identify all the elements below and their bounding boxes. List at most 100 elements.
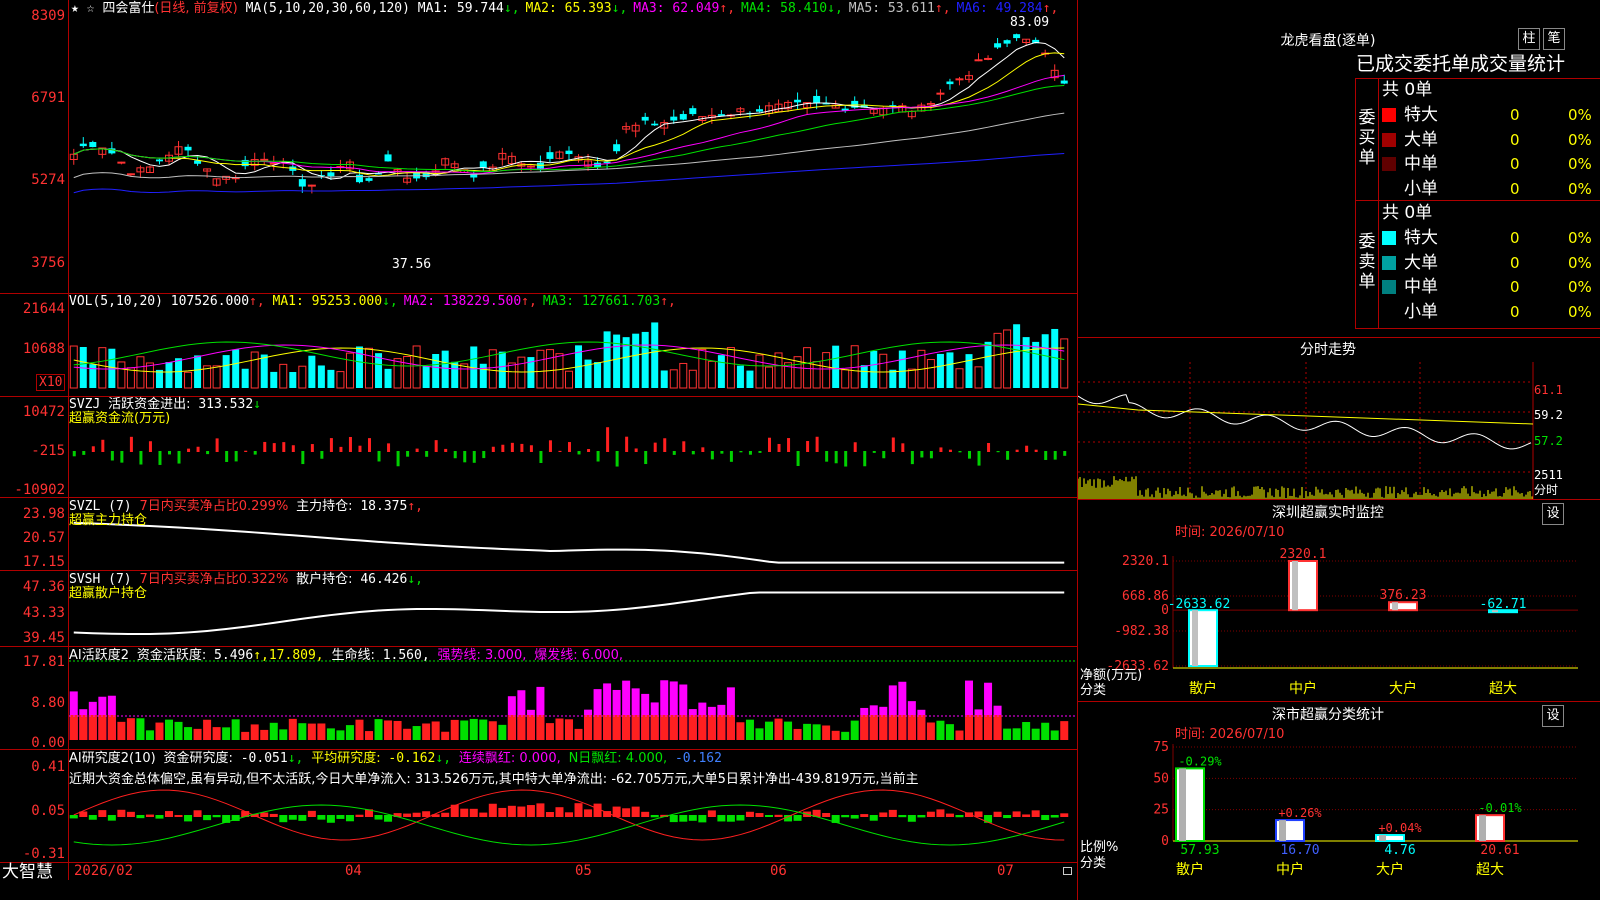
- ai1-bar: [479, 719, 488, 740]
- ai2-bar: [1031, 810, 1040, 817]
- ai1-bar: [384, 720, 393, 740]
- ai1-bar: [1003, 728, 1012, 740]
- svzj-bar: [310, 444, 314, 452]
- ai2-bar: [888, 809, 897, 817]
- volume-bar: [403, 355, 412, 389]
- svzj-bar: [91, 446, 95, 452]
- buy-row-count: 0: [1510, 155, 1520, 173]
- candle-body: [126, 173, 135, 176]
- volume-bar: [441, 350, 449, 388]
- ai1-bar: [765, 721, 773, 740]
- volume-bar: [946, 352, 954, 388]
- ai1-bar: [784, 721, 793, 740]
- svzj-bar: [1025, 445, 1029, 452]
- svzl-label: 主力持仓:: [296, 499, 353, 514]
- svzj-bar: [548, 440, 552, 452]
- svzj-bar: [844, 451, 848, 467]
- ai2-bar: [755, 813, 764, 817]
- ai1-bar: [431, 721, 440, 740]
- volume-bar: [117, 361, 126, 389]
- ai2-bar: [145, 814, 154, 817]
- svzj-bar: [120, 451, 124, 463]
- monitor-category-label: 超大: [1489, 681, 1517, 697]
- svzj-name: SVZJ: [69, 397, 101, 412]
- chart-canvas[interactable]: [69, 0, 1077, 862]
- ai2-bar: [184, 815, 193, 822]
- svzj-axis-2: -215: [31, 443, 65, 459]
- stock-name: 四会富仕: [102, 1, 155, 16]
- svzj-bar: [663, 438, 667, 452]
- candle-body: [946, 81, 954, 85]
- svzj-bar: [234, 451, 238, 462]
- ai1-bar-base: [517, 715, 526, 740]
- ai1-bar: [955, 730, 964, 740]
- sell-row-pct: 0%: [1568, 253, 1592, 272]
- ai1-bar-base: [536, 715, 545, 740]
- candle-body: [184, 146, 192, 151]
- svsh-pct: 7日内买卖净占比0.322%: [139, 572, 289, 587]
- ai1-bar: [374, 719, 383, 740]
- ai2-bar: [917, 815, 926, 818]
- svzj-bar: [777, 443, 781, 452]
- monitor-bar-shade: [1392, 602, 1398, 611]
- volume-bar: [308, 355, 316, 388]
- candle-body: [479, 161, 487, 168]
- ai1-bar: [326, 728, 335, 740]
- svzj-bar: [406, 451, 410, 457]
- price-ma-3: MA3: 62.049↑,: [633, 1, 736, 16]
- monitor-xlabel: 分类: [1080, 683, 1107, 698]
- chart-area[interactable]: ★ ☆ 四会富仕(日线, 前复权) MA(5,10,20,30,60,120) …: [0, 0, 1077, 900]
- candle-body: [1060, 80, 1068, 84]
- volume-bar: [545, 349, 554, 389]
- ai2-bar: [126, 811, 135, 817]
- svzj-bar: [948, 449, 952, 452]
- svzj-bar: [320, 451, 324, 459]
- buy-row-2: 大单 0 0%: [1380, 128, 1600, 153]
- svzj-bar: [472, 451, 476, 463]
- ai2-bar: [574, 803, 583, 817]
- ma-values: MA1: 59.744↓, MA2: 65.393↓, MA3: 62.049↑, M…: [418, 1, 1065, 16]
- ai1-name: AI活跃度2: [69, 648, 129, 663]
- svzj-bar: [348, 436, 352, 452]
- lock-icon[interactable]: [1063, 867, 1072, 875]
- intraday-axis-3: 57.2: [1534, 434, 1563, 448]
- ai1-bar-base: [974, 715, 983, 740]
- svzj-bar: [329, 438, 333, 452]
- svzj-bar: [529, 445, 533, 452]
- svzj-bar: [1044, 451, 1048, 460]
- ai1-bar-base: [860, 715, 869, 740]
- svzj-bar: [1063, 451, 1067, 456]
- svzj-bar: [491, 446, 495, 452]
- classify-axis-tick: 25: [1153, 803, 1169, 818]
- ai2-bar: [336, 815, 345, 819]
- ai1-label: 资金活跃度:: [136, 648, 207, 663]
- ai1-bar: [1060, 721, 1069, 740]
- svsh-label: 散户持仓:: [296, 572, 353, 587]
- buy-total: 共 0单: [1382, 80, 1433, 100]
- svzj-bar: [301, 451, 305, 465]
- volume-bar: [993, 332, 1002, 389]
- svzl-axis-2: 20.57: [22, 530, 65, 546]
- ai2-commentary: 近期大资金总体偏空,虽有异动,但不太活跃,今日大单净流入: 313.526万元,…: [69, 772, 919, 787]
- svzj-bar: [72, 451, 76, 457]
- classify-value-label: 16.70: [1280, 843, 1319, 858]
- volume-bar: [270, 371, 278, 388]
- volume-bar: [212, 365, 221, 389]
- ai1-bar: [279, 729, 288, 740]
- intraday-chart[interactable]: [1078, 362, 1600, 500]
- candle-body: [670, 116, 678, 121]
- star-icon[interactable]: ★: [71, 1, 79, 16]
- bar-mode-button[interactable]: 柱: [1518, 28, 1540, 50]
- svzj-bar: [815, 436, 819, 452]
- buy-row-pct: 0%: [1568, 155, 1592, 173]
- svzj-bar: [453, 451, 457, 459]
- volume-bar: [870, 350, 878, 388]
- ai1-bar-base: [888, 715, 897, 740]
- fav-icon[interactable]: ☆: [87, 1, 95, 16]
- classify-category-label: 大户: [1376, 861, 1404, 878]
- volume-bar: [765, 366, 773, 389]
- ai1-bar: [317, 723, 326, 740]
- svzj-bars: [72, 427, 1067, 467]
- tick-mode-button[interactable]: 笔: [1543, 28, 1565, 50]
- ai2-bar: [650, 815, 659, 818]
